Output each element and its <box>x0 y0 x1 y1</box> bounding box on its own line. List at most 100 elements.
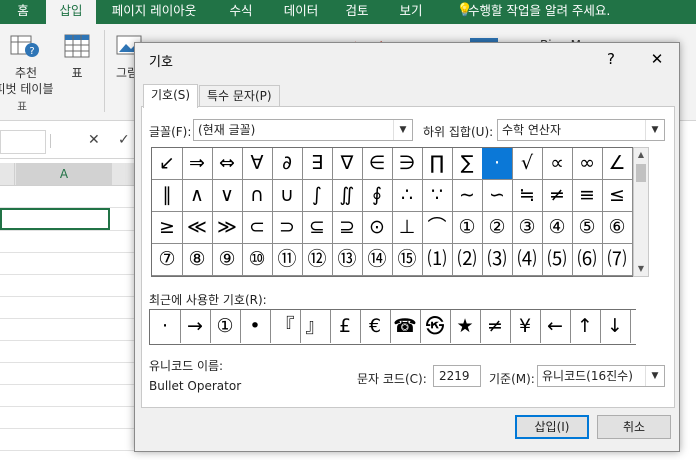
active-cell[interactable] <box>0 208 110 230</box>
recent-symbol-cell[interactable]: 『 <box>270 310 301 343</box>
symbol-cell[interactable]: ④ <box>542 212 573 244</box>
ribbon-tab-home[interactable]: 홈 <box>10 0 36 24</box>
from-select[interactable]: 유니코드(16진수) ▼ <box>537 365 665 387</box>
char-code-input[interactable]: 2219 <box>433 365 481 387</box>
symbol-cell[interactable]: ② <box>482 212 513 244</box>
symbol-cell[interactable]: ⑫ <box>302 244 333 276</box>
symbol-cell[interactable]: ∪ <box>272 180 303 212</box>
enter-entry-icon[interactable]: ✓ <box>118 132 130 148</box>
recent-symbol-cell[interactable]: ★ <box>450 310 481 343</box>
symbol-cell[interactable]: ∇ <box>332 148 363 180</box>
symbol-cell[interactable]: ∂ <box>272 148 303 180</box>
symbol-cell[interactable]: ≒ <box>512 180 543 212</box>
symbol-cell[interactable]: ⑨ <box>212 244 243 276</box>
cancel-entry-icon[interactable]: ✕ <box>88 132 100 148</box>
scroll-down-icon[interactable]: ▼ <box>634 262 648 276</box>
symbol-cell[interactable]: ① <box>452 212 483 244</box>
symbol-cell[interactable]: ∑ <box>452 148 483 180</box>
symbol-cell[interactable]: ⑦ <box>152 244 183 276</box>
symbol-cell[interactable]: ⑮ <box>392 244 423 276</box>
recent-symbol-cell[interactable]: ㉿ <box>420 310 451 343</box>
symbol-cell[interactable]: ≠ <box>542 180 573 212</box>
symbol-cell[interactable]: ∫ <box>302 180 333 212</box>
symbol-cell[interactable]: ∵ <box>422 180 453 212</box>
symbol-cell[interactable]: ⊥ <box>392 212 423 244</box>
symbol-cell[interactable]: ⇔ <box>212 148 243 180</box>
symbol-cell[interactable]: ⊆ <box>302 212 333 244</box>
ribbon-tab-insert[interactable]: 삽입 <box>46 0 96 24</box>
ribbon-tab-review[interactable]: 검토 <box>340 0 374 24</box>
symbol-cell[interactable]: ⑩ <box>242 244 273 276</box>
recent-symbol-cell[interactable]: € <box>360 310 391 343</box>
symbol-cell[interactable]: ∀ <box>242 148 273 180</box>
symbol-cell[interactable]: ≤ <box>602 180 633 212</box>
symbol-cell[interactable]: ≥ <box>152 212 183 244</box>
symbol-cell[interactable]: · <box>482 148 513 180</box>
symbol-cell[interactable]: ∬ <box>332 180 363 212</box>
scroll-up-icon[interactable]: ▲ <box>634 148 648 162</box>
symbol-cell[interactable]: ⊙ <box>362 212 393 244</box>
symbol-cell[interactable]: ⑪ <box>272 244 303 276</box>
symbol-cell[interactable]: ⑥ <box>602 212 633 244</box>
symbol-cell[interactable]: ∠ <box>602 148 633 180</box>
select-all-corner[interactable] <box>0 163 15 185</box>
symbol-cell[interactable]: ∴ <box>392 180 423 212</box>
ribbon-tab-page-layout[interactable]: 페이지 레이아웃 <box>104 0 204 24</box>
recent-symbol-cell[interactable]: ☎ <box>390 310 421 343</box>
symbol-cell[interactable]: ⑷ <box>512 244 543 276</box>
symbol-cell[interactable]: ∼ <box>452 180 483 212</box>
symbol-cell[interactable]: ∮ <box>362 180 393 212</box>
symbol-cell[interactable]: ⊃ <box>272 212 303 244</box>
ribbon-tab-formulas[interactable]: 수식 <box>222 0 260 24</box>
symbol-cell[interactable]: ⌒ <box>422 212 453 244</box>
column-header-a[interactable]: A <box>16 163 112 185</box>
tell-me-box[interactable]: 수행할 작업을 알려 주세요. <box>468 0 628 24</box>
symbol-cell[interactable]: ↙ <box>152 148 183 180</box>
name-box[interactable] <box>0 130 46 154</box>
ribbon-tab-view[interactable]: 보기 <box>394 0 428 24</box>
symbol-cell[interactable]: ⑭ <box>362 244 393 276</box>
symbol-cell[interactable]: ∽ <box>482 180 513 212</box>
symbol-cell[interactable]: ⑬ <box>332 244 363 276</box>
symbol-cell[interactable]: ⑴ <box>422 244 453 276</box>
symbol-cell[interactable]: √ <box>512 148 543 180</box>
recent-symbol-cell[interactable]: ← <box>540 310 571 343</box>
symbol-cell[interactable]: ⑵ <box>452 244 483 276</box>
recent-symbol-cell[interactable]: £ <box>330 310 361 343</box>
symbol-cell[interactable]: ∋ <box>392 148 423 180</box>
symbol-cell[interactable]: ∨ <box>212 180 243 212</box>
symbol-cell[interactable]: ∈ <box>362 148 393 180</box>
symbol-cell[interactable]: ≡ <box>572 180 603 212</box>
recent-symbol-cell[interactable]: ↑ <box>570 310 601 343</box>
symbol-cell[interactable]: ⊇ <box>332 212 363 244</box>
recent-symbol-cell[interactable]: ¥ <box>510 310 541 343</box>
cancel-button[interactable]: 취소 <box>597 415 671 439</box>
symbol-cell[interactable]: ⇒ <box>182 148 213 180</box>
symbol-cell[interactable]: ⑺ <box>602 244 633 276</box>
symbol-cell[interactable]: ∃ <box>302 148 333 180</box>
recent-symbol-cell[interactable]: ≠ <box>480 310 511 343</box>
insert-button[interactable]: 삽입(I) <box>515 415 589 439</box>
symbol-cell[interactable]: ∩ <box>242 180 273 212</box>
recent-symbol-cell[interactable]: ↓ <box>600 310 631 343</box>
symbol-cell[interactable]: ≫ <box>212 212 243 244</box>
symbol-cell[interactable]: ③ <box>512 212 543 244</box>
scroll-thumb[interactable] <box>636 164 646 182</box>
symbol-cell[interactable]: ∏ <box>422 148 453 180</box>
recommended-pivot-label-1[interactable]: 추천 <box>6 64 46 81</box>
symbol-cell[interactable]: ∝ <box>542 148 573 180</box>
recent-symbol-cell[interactable]: • <box>240 310 271 343</box>
symbol-cell[interactable]: ⑤ <box>572 212 603 244</box>
ribbon-tab-data[interactable]: 데이터 <box>276 0 326 24</box>
recent-symbol-cell[interactable]: · <box>150 310 181 343</box>
close-icon[interactable]: ✕ <box>643 47 671 71</box>
symbol-cell[interactable]: ∧ <box>182 180 213 212</box>
symbol-cell[interactable]: ∥ <box>152 180 183 212</box>
symbol-cell[interactable]: ⑸ <box>542 244 573 276</box>
tab-special-characters[interactable]: 특수 문자(P) <box>199 85 280 108</box>
recent-symbol-cell[interactable]: 』 <box>300 310 331 343</box>
symbol-cell[interactable]: ⑹ <box>572 244 603 276</box>
symbol-cell[interactable]: ⑶ <box>482 244 513 276</box>
recent-symbol-cell[interactable]: ① <box>210 310 241 343</box>
symbol-grid-scrollbar[interactable]: ▲ ▼ <box>633 147 649 277</box>
